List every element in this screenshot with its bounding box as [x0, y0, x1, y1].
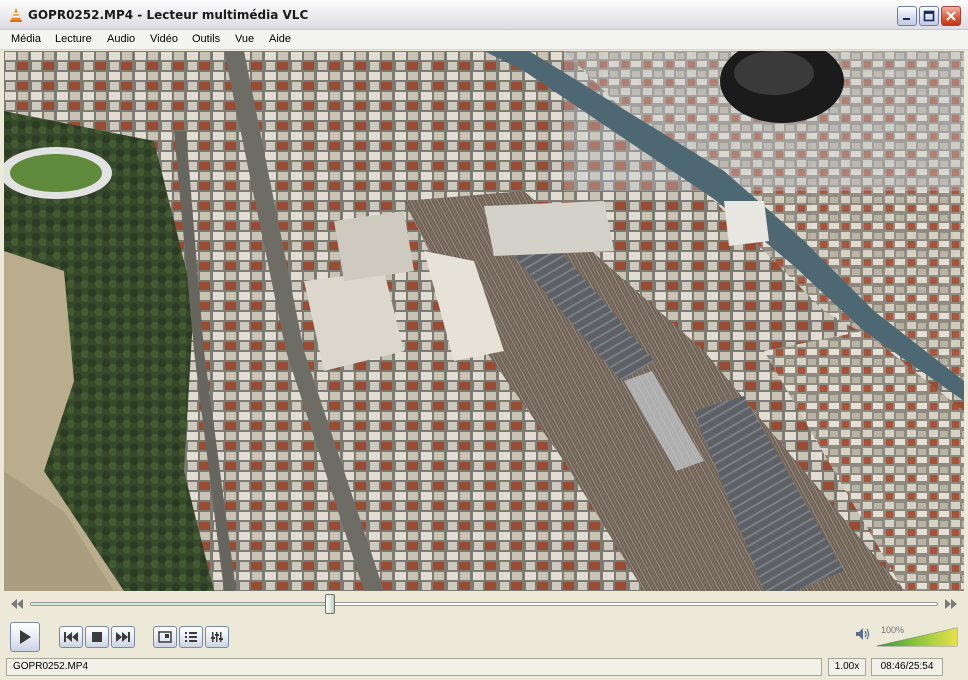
- fullscreen-icon: [158, 631, 172, 643]
- previous-icon: [64, 632, 78, 642]
- seek-row: [0, 592, 968, 616]
- vlc-cone-icon: [10, 8, 22, 22]
- extended-settings-icon: [211, 632, 223, 642]
- video-output[interactable]: [4, 51, 964, 591]
- menu-aide[interactable]: Aide: [269, 33, 291, 45]
- maximize-button[interactable]: [919, 6, 939, 26]
- window-title: GOPR0252.MP4 - Lecteur multimédia VLC: [28, 8, 309, 22]
- control-bar: 100%: [0, 616, 968, 656]
- close-button[interactable]: [941, 6, 961, 26]
- menu-bar: Média Lecture Audio Vidéo Outils Vue Aid…: [0, 30, 968, 50]
- volume-level-fill: [877, 628, 957, 646]
- maximize-icon: [923, 10, 935, 22]
- menu-video[interactable]: Vidéo: [150, 33, 178, 45]
- status-speed[interactable]: 1.00x: [828, 658, 866, 676]
- playlist-button[interactable]: [179, 626, 203, 648]
- minimize-icon: [903, 18, 910, 20]
- next-icon: [116, 632, 130, 642]
- minimize-button[interactable]: [897, 6, 917, 26]
- close-icon: [946, 11, 956, 21]
- menu-lecture[interactable]: Lecture: [55, 33, 92, 45]
- stop-icon: [92, 632, 102, 642]
- aerial-city-view: [4, 51, 964, 591]
- speaker-icon[interactable]: [855, 627, 871, 641]
- title-bar[interactable]: GOPR0252.MP4 - Lecteur multimédia VLC: [0, 0, 968, 30]
- menu-media[interactable]: Média: [11, 33, 41, 45]
- play-icon: [20, 630, 31, 644]
- next-button[interactable]: [111, 626, 135, 648]
- menu-audio[interactable]: Audio: [107, 33, 135, 45]
- fullscreen-button[interactable]: [153, 626, 177, 648]
- seek-back-icon[interactable]: [10, 598, 24, 610]
- playlist-icon: [185, 632, 197, 642]
- seek-bar[interactable]: [30, 602, 938, 606]
- status-bar: GOPR0252.MP4 1.00x 08:46/25:54: [0, 656, 968, 680]
- extended-settings-button[interactable]: [205, 626, 229, 648]
- play-button[interactable]: [10, 622, 40, 652]
- stop-button[interactable]: [85, 626, 109, 648]
- menu-vue[interactable]: Vue: [235, 33, 254, 45]
- status-filename: GOPR0252.MP4: [6, 658, 822, 676]
- menu-outils[interactable]: Outils: [192, 33, 220, 45]
- seek-handle[interactable]: [324, 594, 335, 614]
- seek-forward-icon[interactable]: [944, 598, 958, 610]
- previous-button[interactable]: [59, 626, 83, 648]
- seek-progress-fill: [31, 603, 330, 605]
- status-time[interactable]: 08:46/25:54: [871, 658, 943, 676]
- volume-slider[interactable]: [876, 625, 958, 647]
